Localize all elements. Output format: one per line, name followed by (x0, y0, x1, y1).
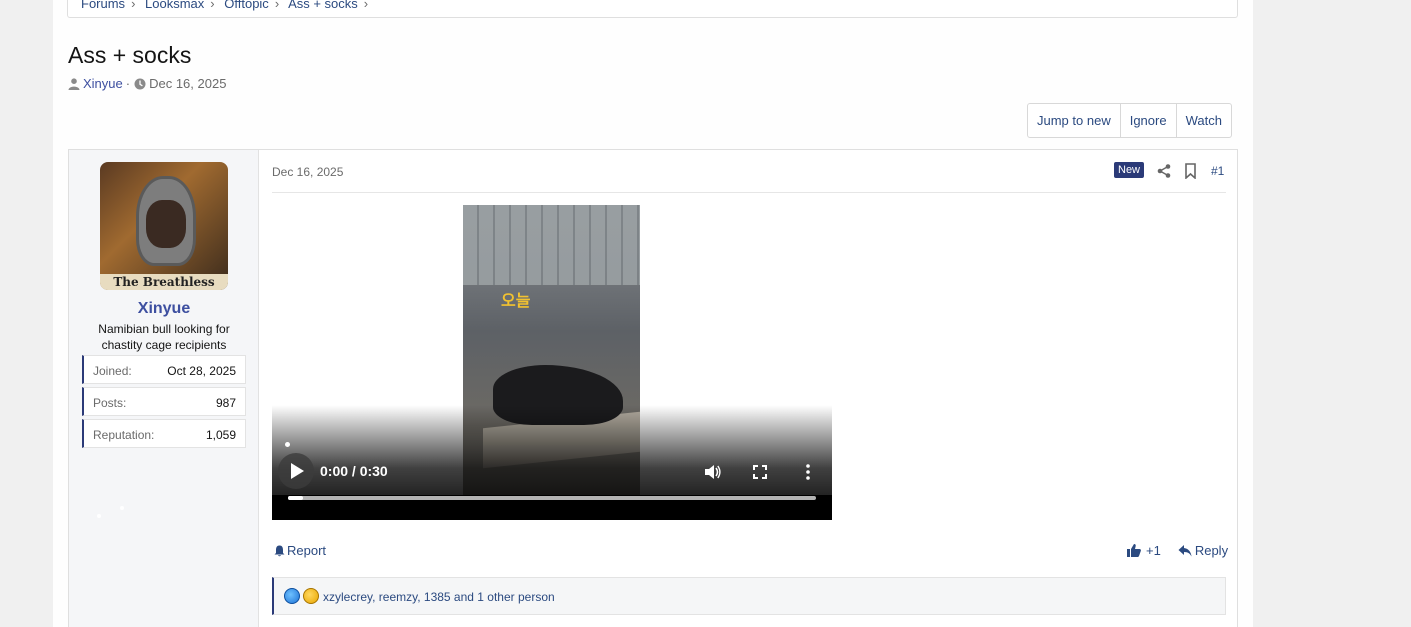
video-overlay-text: 오늘 (501, 291, 531, 310)
page-title: Ass + socks (68, 42, 192, 68)
avatar-face (146, 200, 186, 248)
meta-separator: · (125, 76, 131, 91)
video-ceiling (463, 205, 640, 285)
chevron-right-icon: › (274, 0, 280, 11)
thread-date[interactable]: Dec 16, 2025 (149, 76, 226, 91)
decor-dot (97, 514, 101, 518)
like-count[interactable]: +1 (1146, 543, 1161, 558)
thinking-reaction-icon (303, 588, 319, 604)
stat-reputation: Reputation: 1,059 (82, 419, 246, 448)
page: Forums › Looksmax › Offtopic › Ass + socks ›… (53, 0, 1253, 627)
user-title: Namibian bull looking for chastity cage … (98, 322, 230, 352)
post-number[interactable]: #1 (1211, 164, 1224, 178)
stat-value[interactable]: 987 (216, 396, 236, 410)
bell-icon (274, 545, 285, 556)
video-player[interactable]: 오늘 0:00 / 0:30 (272, 205, 832, 520)
breadcrumb-thread[interactable]: Ass + socks (288, 0, 358, 11)
stat-value: Oct 28, 2025 (167, 364, 236, 378)
chevron-right-icon: › (131, 0, 136, 11)
report-link[interactable]: Report (274, 543, 326, 558)
avatar-caption: The Breathless (100, 274, 228, 290)
user-panel: The Breathless Xinyue Namibian bull look… (69, 150, 259, 627)
video-progress-bar[interactable] (288, 496, 816, 500)
like-reaction-icon (284, 588, 300, 604)
reply-icon[interactable] (1178, 544, 1192, 557)
user-icon (68, 77, 80, 90)
breadcrumb-forums[interactable]: Forums (81, 0, 125, 11)
breadcrumb-looksmax[interactable]: Looksmax (145, 0, 204, 11)
volume-icon (705, 465, 721, 479)
fullscreen-icon (753, 465, 767, 479)
thread-actions: Jump to new Ignore Watch (1027, 103, 1232, 138)
stat-joined: Joined: Oct 28, 2025 (82, 355, 246, 384)
post-actions: +1 Reply (1127, 543, 1228, 558)
stat-label: Posts: (93, 396, 127, 410)
stat-value: 1,059 (205, 428, 236, 442)
divider (272, 192, 1226, 193)
thumbs-up-icon[interactable] (1127, 544, 1141, 557)
share-icon[interactable] (1157, 164, 1171, 178)
volume-button[interactable] (703, 463, 721, 481)
post-date[interactable]: Dec 16, 2025 (272, 165, 343, 179)
fullscreen-button[interactable] (751, 463, 769, 481)
thread-meta: Xinyue · Dec 16, 2025 (68, 76, 226, 91)
jump-to-new-button[interactable]: Jump to new (1028, 104, 1121, 137)
reaction-users[interactable]: xzylecrey, reemzy, 1385 and 1 other pers… (323, 590, 555, 604)
play-icon (291, 463, 304, 479)
video-progress-fill (288, 496, 303, 500)
report-label: Report (287, 543, 327, 558)
stat-label: Reputation: (93, 428, 155, 442)
thread-author-link[interactable]: Xinyue (83, 76, 123, 91)
breadcrumb: Forums › Looksmax › Offtopic › Ass + socks › (67, 0, 1238, 18)
post: The Breathless Xinyue Namibian bull look… (68, 149, 1238, 627)
stat-posts: Posts: 987 (82, 387, 246, 416)
reaction-icons (284, 588, 322, 604)
stat-label: Joined: (93, 364, 132, 378)
username[interactable]: Xinyue (69, 300, 259, 318)
clock-icon (134, 78, 146, 89)
play-button[interactable] (278, 453, 314, 489)
watch-button[interactable]: Watch (1177, 104, 1231, 137)
reactions-bar[interactable]: xzylecrey, reemzy, 1385 and 1 other pers… (272, 577, 1226, 615)
bookmark-icon[interactable] (1184, 163, 1197, 179)
video-dot (285, 442, 290, 447)
chevron-right-icon: › (210, 0, 215, 11)
more-options-button[interactable] (799, 463, 817, 481)
avatar[interactable]: The Breathless (100, 162, 228, 290)
breadcrumb-offtopic[interactable]: Offtopic (224, 0, 269, 11)
chevron-right-icon: › (363, 0, 369, 11)
reply-button[interactable]: Reply (1195, 543, 1228, 558)
decor-dot (120, 506, 124, 510)
video-time: 0:00 / 0:30 (320, 463, 388, 479)
more-vertical-icon (806, 464, 810, 480)
new-badge: New (1114, 162, 1145, 178)
ignore-button[interactable]: Ignore (1121, 104, 1177, 137)
